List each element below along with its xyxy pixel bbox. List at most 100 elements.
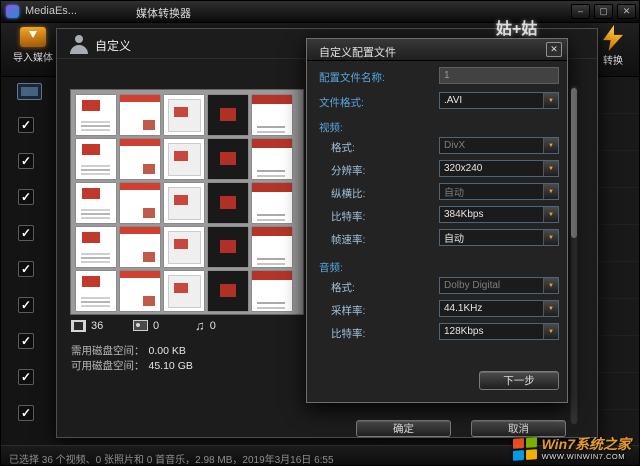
- audio-bitrate-dropdown[interactable]: 128Kbps ▼: [439, 323, 559, 340]
- title-bar: MediaEs... 媒体转换器 – ▢ ✕: [1, 1, 640, 23]
- import-media-label: 导入媒体: [7, 49, 59, 64]
- video-thumbnail[interactable]: [208, 271, 248, 311]
- profile-dialog: 自定义配置文件 ✕ 配置文件名称: 1 文件格式: .AVI ▼ 视频: 格式:…: [306, 38, 568, 403]
- framerate-value: 自动: [440, 230, 543, 245]
- window-controls: – ▢ ✕: [571, 4, 636, 19]
- video-section-label: 视频:: [319, 120, 343, 135]
- video-bitrate-label: 比特率:: [331, 209, 365, 224]
- media-library-icon[interactable]: [17, 83, 42, 100]
- video-thumbnail[interactable]: [76, 183, 116, 223]
- import-media-icon: [20, 27, 46, 47]
- video-thumbnail[interactable]: [252, 271, 292, 311]
- scrollbar-thumb[interactable]: [571, 88, 577, 238]
- media-stats-row: 36 0 ♫ 0: [71, 319, 247, 332]
- lightning-icon: [603, 25, 623, 51]
- video-thumbnail[interactable]: [120, 227, 160, 267]
- video-thumbnail[interactable]: [164, 139, 204, 179]
- app-logo-icon: [6, 5, 19, 18]
- minimize-button[interactable]: –: [571, 4, 590, 19]
- video-thumbnail[interactable]: [76, 271, 116, 311]
- maximize-button[interactable]: ▢: [594, 4, 613, 19]
- app-title: MediaEs...: [25, 5, 77, 17]
- row-checkbox[interactable]: ✓: [18, 405, 34, 421]
- audio-format-value: Dolby Digital: [440, 280, 543, 291]
- disk-available-value: 45.10 GB: [149, 360, 193, 372]
- music-count-group: ♫ 0: [195, 319, 247, 332]
- ok-button[interactable]: 确定: [356, 420, 451, 437]
- app-window: MediaEs... 媒体转换器 – ▢ ✕ 姑+姑 导入媒体 转换 ✓✓✓✓✓…: [0, 0, 640, 466]
- video-count: 36: [91, 320, 103, 332]
- vertical-scrollbar[interactable]: [570, 85, 578, 425]
- windows-logo-icon: [513, 437, 537, 461]
- row-checkbox[interactable]: ✓: [18, 333, 34, 349]
- next-button[interactable]: 下一步: [479, 371, 559, 390]
- sample-rate-dropdown[interactable]: 44.1KHz ▼: [439, 300, 559, 317]
- video-thumbnail[interactable]: [164, 95, 204, 135]
- video-thumbnail[interactable]: [252, 183, 292, 223]
- sample-rate-label: 采样率:: [331, 303, 365, 318]
- resolution-dropdown[interactable]: 320x240 ▼: [439, 160, 559, 177]
- video-thumbnail[interactable]: [164, 227, 204, 267]
- video-format-dropdown[interactable]: DivX ▼: [439, 137, 559, 154]
- video-thumbnail[interactable]: [252, 227, 292, 267]
- aspect-ratio-dropdown[interactable]: 自动 ▼: [439, 183, 559, 200]
- photo-icon: [133, 320, 148, 331]
- close-button[interactable]: ✕: [617, 4, 636, 19]
- disk-available-line: 可用磁盘空间：45.10 GB: [71, 358, 193, 373]
- film-icon: [71, 320, 86, 332]
- person-icon: [69, 35, 89, 54]
- disk-required-label: 需用磁盘空间：: [71, 345, 145, 357]
- window-title: 媒体转换器: [136, 5, 191, 21]
- video-format-label: 格式:: [331, 140, 355, 155]
- file-format-dropdown[interactable]: .AVI ▼: [439, 92, 559, 109]
- cancel-button[interactable]: 取消: [471, 420, 566, 437]
- video-thumbnail[interactable]: [208, 183, 248, 223]
- video-thumbnail[interactable]: [120, 271, 160, 311]
- video-thumbnail[interactable]: [120, 139, 160, 179]
- video-thumbnail[interactable]: [120, 183, 160, 223]
- row-checkbox[interactable]: ✓: [18, 117, 34, 133]
- watermark-url: WWW.WINWIN7.COM: [542, 453, 631, 461]
- row-checkbox[interactable]: ✓: [18, 189, 34, 205]
- aspect-ratio-value: 自动: [440, 184, 543, 199]
- video-thumbnail[interactable]: [252, 95, 292, 135]
- audio-format-dropdown[interactable]: Dolby Digital ▼: [439, 277, 559, 294]
- watermark-text: Win7系统之家 WWW.WINWIN7.COM: [542, 437, 631, 461]
- video-bitrate-value: 384Kbps: [440, 209, 543, 220]
- framerate-dropdown[interactable]: 自动 ▼: [439, 229, 559, 246]
- chevron-down-icon: ▼: [543, 207, 558, 222]
- video-thumbnail[interactable]: [164, 271, 204, 311]
- chevron-down-icon: ▼: [543, 161, 558, 176]
- video-thumbnail[interactable]: [252, 139, 292, 179]
- row-checkbox[interactable]: ✓: [18, 297, 34, 313]
- watermark-title: Win7系统之家: [542, 437, 631, 452]
- video-thumbnail[interactable]: [76, 95, 116, 135]
- sample-rate-value: 44.1KHz: [440, 303, 543, 314]
- video-thumbnail[interactable]: [164, 183, 204, 223]
- video-format-value: DivX: [440, 140, 543, 151]
- aspect-ratio-label: 纵横比:: [331, 186, 365, 201]
- import-media-button[interactable]: 导入媒体: [7, 27, 59, 64]
- file-format-label: 文件格式:: [319, 95, 364, 110]
- chevron-down-icon: ▼: [543, 138, 558, 153]
- profile-name-label: 配置文件名称:: [319, 70, 385, 85]
- video-thumbnail[interactable]: [208, 95, 248, 135]
- video-thumbnail[interactable]: [76, 227, 116, 267]
- row-checkbox[interactable]: ✓: [18, 153, 34, 169]
- chevron-down-icon: ▼: [543, 301, 558, 316]
- sidebar-checklist: ✓ ✓ ✓ ✓ ✓ ✓ ✓ ✓ ✓: [18, 117, 38, 441]
- row-checkbox[interactable]: ✓: [18, 225, 34, 241]
- profile-dialog-close-button[interactable]: ✕: [546, 42, 562, 57]
- overlay-watermark-text: 姑+姑: [496, 15, 537, 39]
- row-checkbox[interactable]: ✓: [18, 369, 34, 385]
- video-thumbnail[interactable]: [208, 227, 248, 267]
- video-thumbnail[interactable]: [208, 139, 248, 179]
- music-note-icon: ♫: [195, 319, 205, 332]
- row-checkbox[interactable]: ✓: [18, 261, 34, 277]
- video-thumbnail[interactable]: [120, 95, 160, 135]
- profile-name-input[interactable]: 1: [439, 67, 559, 84]
- video-bitrate-dropdown[interactable]: 384Kbps ▼: [439, 206, 559, 223]
- video-thumbnail[interactable]: [76, 139, 116, 179]
- disk-required-line: 需用磁盘空间：0.00 KB: [71, 343, 186, 358]
- resolution-label: 分辨率:: [331, 163, 365, 178]
